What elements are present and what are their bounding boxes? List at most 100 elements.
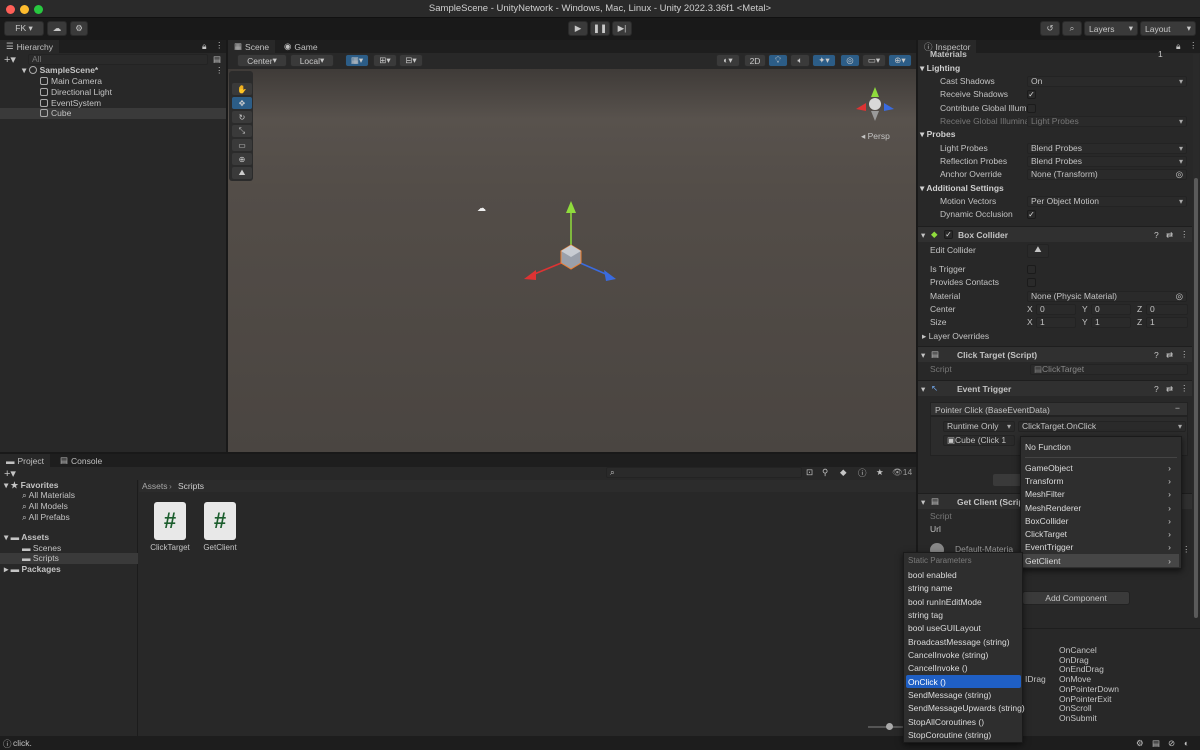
event-type-item[interactable]: OnSubmit — [1059, 713, 1119, 724]
scene-root[interactable]: ▾ SampleScene* — [22, 65, 98, 76]
receive-gi-dropdown[interactable]: Light Probes — [1027, 116, 1187, 127]
shading-mode-button[interactable]: ◐▾ — [716, 54, 740, 67]
object-field[interactable]: ▣Cube (Click 1 — [943, 435, 1015, 446]
favorite-all-materials[interactable]: ⌕ All Materials — [22, 490, 75, 501]
tab-scene[interactable]: ▦ Scene — [228, 40, 276, 53]
event-trigger-header[interactable]: ▾ ↖ Event Trigger ? ⇄ ⋮ — [918, 380, 1192, 396]
submenu-item[interactable]: CancelInvoke () — [908, 662, 968, 674]
tab-hierarchy[interactable]: ☰ Hierarchy — [0, 40, 59, 53]
add-component-button[interactable]: Add Component — [1022, 591, 1130, 605]
custom-tool-icon[interactable]: ⛰ — [232, 167, 252, 179]
object-picker-icon[interactable]: ◎ — [1176, 170, 1183, 179]
submenu-item[interactable]: StopCoroutine (string) — [908, 729, 991, 741]
progress-icon[interactable]: ⊘ — [1168, 738, 1175, 749]
menu-item-meshfilter[interactable]: MeshFilter › — [1025, 488, 1177, 500]
align-button[interactable]: ⊟▾ — [399, 54, 423, 67]
submenu-item[interactable]: bool enabled — [908, 569, 957, 581]
favorite-all-prefabs[interactable]: ⌕ All Prefabs — [22, 512, 70, 523]
inspector-scrollbar[interactable] — [1193, 54, 1199, 618]
pivot-dropdown[interactable]: Center ▾ — [237, 54, 287, 67]
menu-item-no-function[interactable]: No Function — [1025, 441, 1071, 453]
transform-tool-icon[interactable]: ⊕ — [232, 153, 252, 165]
more-icon[interactable]: ⋮ — [1180, 349, 1189, 360]
submenu-item[interactable]: string name — [908, 582, 952, 594]
submenu-item[interactable]: CancelInvoke (string) — [908, 649, 988, 661]
script-field[interactable]: ▤ClickTarget — [1030, 364, 1188, 375]
layers-dropdown[interactable]: Layers ▾ — [1084, 21, 1138, 36]
tab-game[interactable]: ◉ Game — [278, 40, 324, 53]
object-picker-icon[interactable]: ◎ — [1176, 292, 1183, 301]
rotate-tool-icon[interactable]: ↻ — [232, 111, 252, 123]
help-icon[interactable]: ? — [1154, 384, 1159, 394]
snap-increment-button[interactable]: ⊞▾ — [373, 54, 397, 67]
hierarchy-item-main-camera[interactable]: Main Camera — [40, 76, 102, 87]
more-icon[interactable]: ⋮ — [1182, 544, 1191, 555]
pause-button[interactable]: ❚❚ — [590, 21, 610, 36]
scene-viewport[interactable]: ✋ ✥ ↻ ⤡ ▭ ⊕ ⛰ ☁ ◂ Persp — [228, 69, 916, 452]
hierarchy-item-cube[interactable]: Cube — [40, 108, 71, 119]
size-z-field[interactable]: 1 — [1146, 317, 1188, 328]
lock-icon[interactable]: 🔒︎ — [202, 41, 207, 52]
more-icon[interactable]: ⋮ — [1189, 40, 1198, 51]
contribute-gi-checkbox[interactable] — [1027, 104, 1036, 113]
camera-settings-icon[interactable]: ▭▾ — [862, 54, 886, 67]
info-icon[interactable]: ⓘ — [858, 467, 867, 479]
menu-item-meshrenderer[interactable]: MeshRenderer › — [1025, 502, 1177, 514]
preset-icon[interactable]: ⇄ — [1166, 384, 1173, 395]
function-dropdown[interactable]: ClickTarget.OnClick — [1018, 421, 1186, 432]
center-z-field[interactable]: 0 — [1146, 304, 1188, 315]
preset-icon[interactable]: ⇄ — [1166, 350, 1173, 361]
project-search-input[interactable]: ⌕ — [606, 467, 802, 478]
layer-overrides-foldout[interactable]: ▸ Layer Overrides — [922, 331, 989, 342]
menu-item-getclient[interactable]: GetClient › — [1025, 555, 1177, 567]
space-dropdown[interactable]: Local ▾ — [290, 54, 334, 67]
submenu-item-onclick[interactable]: OnClick () — [908, 676, 946, 688]
cache-icon[interactable]: ▤ — [1152, 738, 1160, 749]
remove-event-button[interactable]: − — [1175, 403, 1180, 413]
help-icon[interactable]: ? — [1154, 230, 1159, 240]
materials-header[interactable]: Materials — [930, 49, 967, 60]
filter-icon[interactable]: ▤ — [213, 54, 221, 65]
hidden-count[interactable]: 👁︎14 — [892, 467, 912, 478]
reflection-probes-dropdown[interactable]: Blend Probes — [1027, 156, 1187, 167]
create-button[interactable]: +▾ — [4, 467, 16, 480]
submenu-item[interactable]: StopAllCoroutines () — [908, 716, 984, 728]
submenu-item[interactable]: string tag — [908, 609, 943, 621]
submenu-item[interactable]: BroadcastMessage (string) — [908, 636, 1010, 648]
is-trigger-checkbox[interactable] — [1027, 265, 1036, 274]
rect-tool-icon[interactable]: ▭ — [232, 139, 252, 151]
size-x-field[interactable]: 1 — [1036, 317, 1076, 328]
history-icon[interactable]: ↺ — [1040, 21, 1060, 36]
menu-item-transform[interactable]: Transform › — [1025, 475, 1177, 487]
breadcrumb-assets[interactable]: Assets — [142, 481, 168, 491]
menu-item-clicktarget[interactable]: ClickTarget › — [1025, 528, 1177, 540]
more-icon[interactable]: ⋮ — [215, 40, 224, 51]
add-button[interactable]: +▾ — [4, 53, 16, 66]
notification-icon[interactable]: ◐ — [1184, 738, 1189, 748]
submenu-item[interactable]: bool useGUILayout — [908, 622, 981, 634]
lock-icon[interactable]: 🔒︎ — [1176, 41, 1181, 52]
size-y-field[interactable]: 1 — [1091, 317, 1131, 328]
materials-count[interactable]: 1 — [1158, 49, 1163, 60]
hierarchy-item-directional-light[interactable]: Directional Light — [40, 87, 112, 98]
account-dropdown[interactable]: FK ▾ — [4, 21, 44, 36]
receive-shadows-checkbox[interactable]: ✓ — [1027, 90, 1036, 99]
edit-collider-button[interactable]: ⛰ — [1027, 244, 1049, 258]
submenu-item[interactable]: SendMessageUpwards (string) — [908, 702, 1025, 714]
submenu-item[interactable]: SendMessage (string) — [908, 689, 991, 701]
favorite-all-models[interactable]: ⌕ All Models — [22, 501, 68, 512]
help-icon[interactable]: ? — [1154, 350, 1159, 360]
box-collider-enabled-checkbox[interactable]: ✓ — [944, 230, 953, 239]
play-button[interactable]: ▶ — [568, 21, 588, 36]
box-collider-header[interactable]: ▾ ◆ ✓ Box Collider ? ⇄ ⋮ — [918, 226, 1192, 242]
tab-console[interactable]: ▤ Console — [54, 454, 108, 467]
search-by-label-icon[interactable]: ⚲ — [822, 467, 828, 478]
cloud-icon[interactable]: ☁ — [47, 21, 67, 36]
settings-gear-icon[interactable]: ⚙ — [70, 21, 88, 36]
more-icon[interactable]: ⋮ — [1180, 383, 1189, 394]
gizmos-toggle-icon[interactable]: ⊕▾ — [888, 54, 912, 67]
menu-item-eventtrigger[interactable]: EventTrigger › — [1025, 541, 1177, 553]
light-probes-dropdown[interactable]: Blend Probes — [1027, 143, 1187, 154]
probes-section[interactable]: ▾ Probes — [920, 129, 1192, 140]
tag-icon[interactable]: ◆ — [840, 467, 847, 478]
